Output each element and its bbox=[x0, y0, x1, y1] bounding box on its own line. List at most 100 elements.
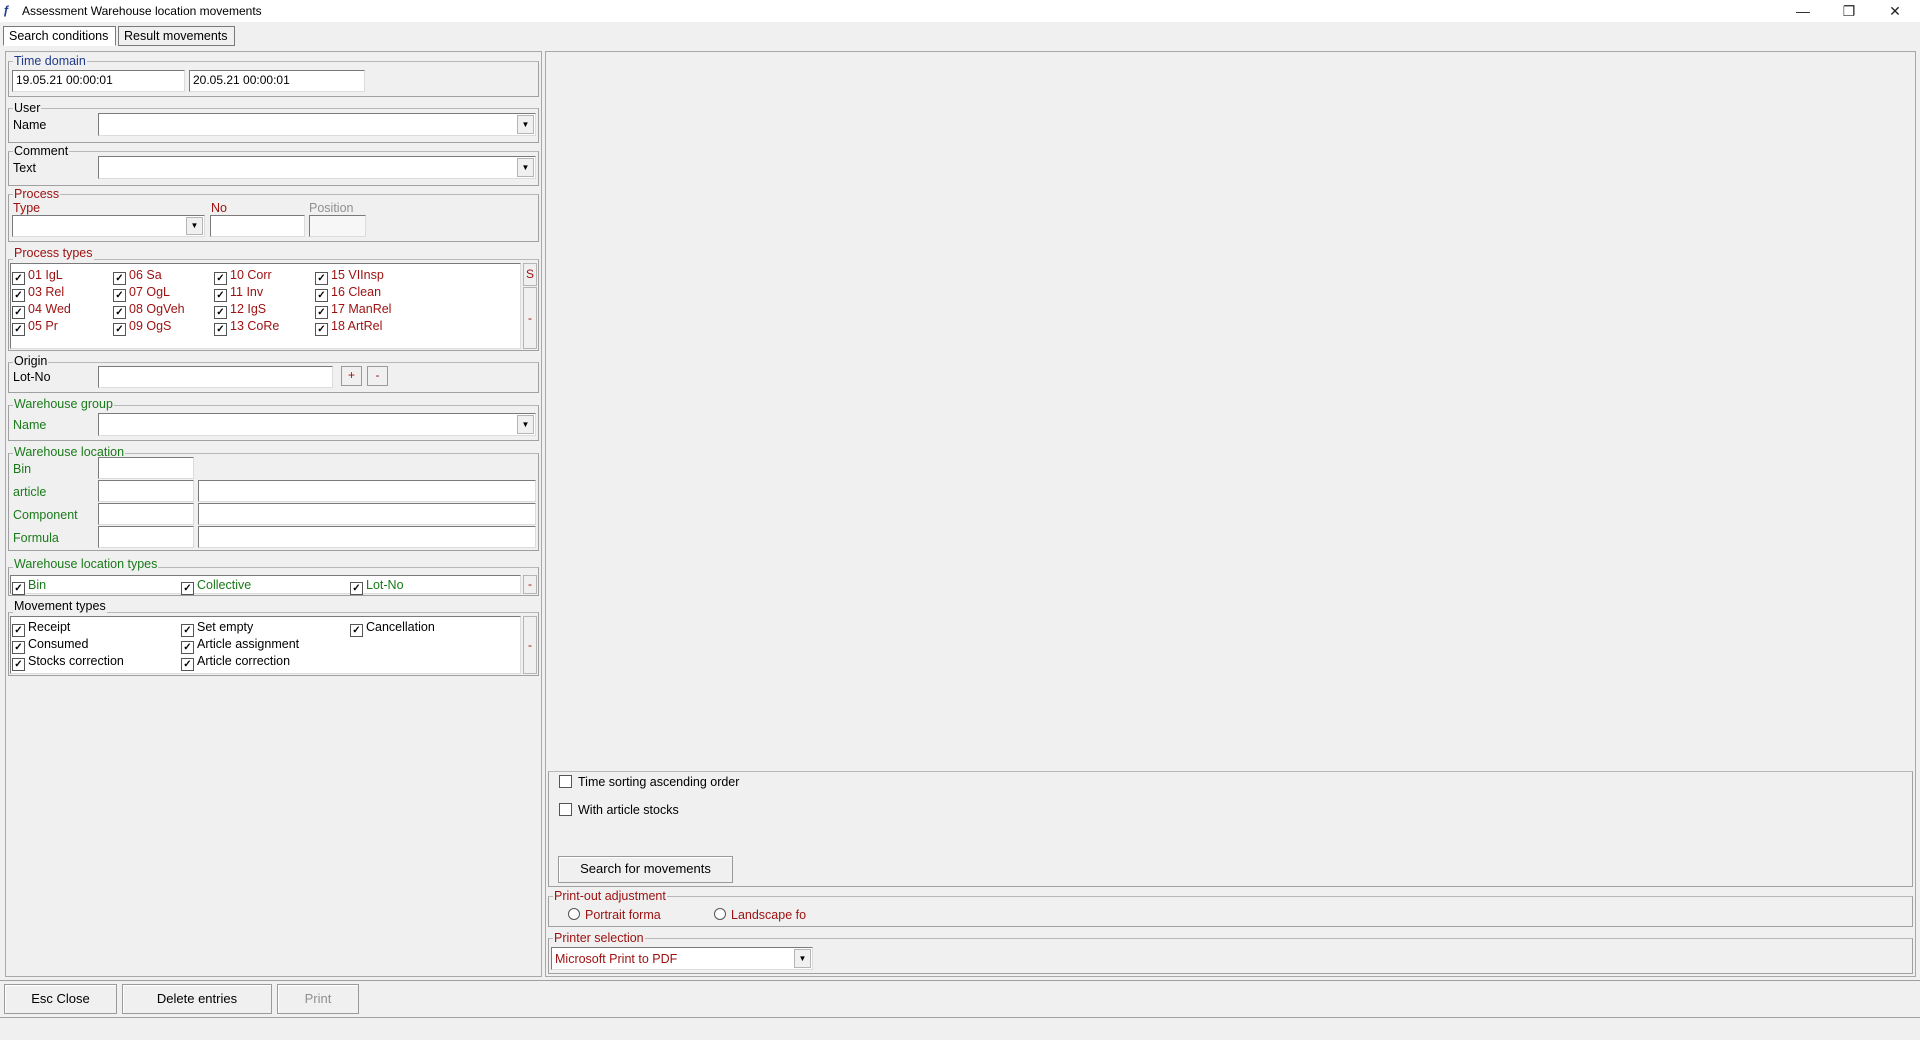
time-sorting-checkbox[interactable]: Time sorting ascending order bbox=[559, 775, 739, 789]
bin-label: Bin bbox=[13, 462, 32, 476]
comment-text-combo[interactable]: ▼ bbox=[98, 156, 536, 179]
restore-button[interactable]: ❐ bbox=[1826, 0, 1872, 22]
process-type-checkbox[interactable]: ✓ 10 Corr bbox=[214, 268, 272, 285]
formula-code-input[interactable] bbox=[98, 526, 194, 548]
movement-type-checkbox[interactable]: ✓ Consumed bbox=[12, 637, 88, 654]
print-button[interactable]: Print bbox=[277, 984, 359, 1014]
movement-types-toggle-button[interactable]: - bbox=[523, 616, 537, 674]
chevron-down-icon[interactable]: ▼ bbox=[517, 115, 534, 134]
process-type-checkbox[interactable]: ✓ 04 Wed bbox=[12, 302, 71, 319]
tab-result-movements[interactable]: Result movements bbox=[118, 26, 235, 46]
origin-add-button[interactable]: + bbox=[341, 366, 362, 386]
printer-title: Printer selection bbox=[553, 931, 645, 945]
article-code-input[interactable] bbox=[98, 480, 194, 502]
bin-input[interactable] bbox=[98, 457, 194, 479]
checkmark-icon: ✓ bbox=[113, 306, 126, 319]
location-type-checkbox[interactable]: ✓ Lot-No bbox=[350, 578, 404, 595]
movement-type-checkbox[interactable]: ✓ Cancellation bbox=[350, 620, 435, 637]
close-window-button[interactable]: ✕ bbox=[1872, 0, 1918, 22]
process-type-checkbox[interactable]: ✓ 09 OgS bbox=[113, 319, 171, 336]
origin-lot-no-input[interactable] bbox=[98, 366, 333, 388]
formula-label: Formula bbox=[13, 531, 59, 545]
tab-search-conditions[interactable]: Search conditions bbox=[3, 26, 116, 46]
app-icon: ƒ bbox=[3, 3, 10, 17]
checkmark-icon: ✓ bbox=[214, 289, 227, 302]
process-type-checkbox[interactable]: ✓ 15 VIInsp bbox=[315, 268, 384, 285]
origin-title: Origin bbox=[13, 354, 49, 368]
component-label: Component bbox=[13, 508, 78, 522]
landscape-radio[interactable]: Landscape fo bbox=[714, 908, 806, 922]
checkmark-icon: ✓ bbox=[12, 323, 25, 336]
process-type-checkbox[interactable]: ✓ 11 Inv bbox=[214, 285, 263, 302]
process-type-checkbox[interactable]: ✓ 03 Rel bbox=[12, 285, 64, 302]
esc-close-button[interactable]: Esc Close bbox=[4, 984, 117, 1014]
process-type-checkbox[interactable]: ✓ 13 CoRe bbox=[214, 319, 279, 336]
article-stocks-checkbox[interactable]: With article stocks bbox=[559, 803, 679, 817]
process-position-label: Position bbox=[309, 201, 354, 215]
process-title: Process bbox=[13, 187, 61, 201]
component-code-input[interactable] bbox=[98, 503, 194, 525]
process-type-checkbox[interactable]: ✓ 07 OgL bbox=[113, 285, 170, 302]
checkmark-icon: ✓ bbox=[181, 582, 194, 595]
process-types-select-all-button[interactable]: S bbox=[523, 263, 537, 286]
process-type-checkbox[interactable]: ✓ 08 OgVeh bbox=[113, 302, 185, 319]
search-movements-button[interactable]: Search for movements bbox=[558, 856, 733, 883]
process-type-label: Type bbox=[13, 201, 41, 215]
formula-name-input[interactable] bbox=[198, 526, 536, 548]
process-type-checkbox[interactable]: ✓ 06 Sa bbox=[113, 268, 162, 285]
checkmark-icon: ✓ bbox=[214, 306, 227, 319]
checkmark-icon: ✓ bbox=[350, 624, 363, 637]
process-type-checkbox[interactable]: ✓ 16 Clean bbox=[315, 285, 381, 302]
user-name-label: Name bbox=[13, 118, 47, 132]
origin-remove-button[interactable]: - bbox=[367, 366, 388, 386]
process-type-checkbox[interactable]: ✓ 18 ArtRel bbox=[315, 319, 382, 336]
movement-type-checkbox[interactable]: ✓ Article assignment bbox=[181, 637, 299, 654]
process-type-combo[interactable]: ▼ bbox=[12, 215, 205, 237]
checkmark-icon: ✓ bbox=[12, 289, 25, 302]
user-name-combo[interactable]: ▼ bbox=[98, 113, 536, 136]
portrait-radio[interactable]: Portrait forma bbox=[568, 908, 661, 922]
title-bar: ƒ Assessment Warehouse location movement… bbox=[0, 0, 1920, 22]
location-type-checkbox[interactable]: ✓ Bin bbox=[12, 578, 46, 595]
time-to-input[interactable]: 20.05.21 00:00:01 bbox=[189, 70, 365, 92]
movement-type-checkbox[interactable]: ✓ Set empty bbox=[181, 620, 253, 637]
checkmark-icon: ✓ bbox=[315, 323, 328, 336]
process-no-label: No bbox=[211, 201, 227, 215]
options-group bbox=[548, 771, 1913, 887]
warehouse-group-name-combo[interactable]: ▼ bbox=[98, 413, 536, 436]
checkmark-icon: ✓ bbox=[350, 582, 363, 595]
origin-lot-no-label: Lot-No bbox=[13, 370, 51, 384]
chevron-down-icon[interactable]: ▼ bbox=[517, 415, 534, 434]
delete-entries-button[interactable]: Delete entries bbox=[122, 984, 272, 1014]
location-types-list bbox=[10, 575, 521, 594]
movement-type-checkbox[interactable]: ✓ Receipt bbox=[12, 620, 70, 637]
checkbox-icon bbox=[559, 775, 572, 788]
process-type-checkbox[interactable]: ✓ 12 IgS bbox=[214, 302, 266, 319]
chevron-down-icon[interactable]: ▼ bbox=[186, 217, 203, 235]
movement-type-checkbox[interactable]: ✓ Stocks correction bbox=[12, 654, 124, 671]
user-title: User bbox=[13, 101, 42, 115]
status-bar bbox=[0, 1017, 1920, 1040]
process-no-input[interactable] bbox=[210, 215, 305, 237]
checkmark-icon: ✓ bbox=[315, 272, 328, 285]
component-name-input[interactable] bbox=[198, 503, 536, 525]
movement-type-checkbox[interactable]: ✓ Article correction bbox=[181, 654, 290, 671]
article-name-input[interactable] bbox=[198, 480, 536, 502]
process-types-deselect-button[interactable]: - bbox=[523, 287, 537, 349]
process-position-input bbox=[309, 215, 366, 237]
comment-text-label: Text bbox=[13, 161, 36, 175]
process-type-checkbox[interactable]: ✓ 05 Pr bbox=[12, 319, 58, 336]
minimize-button[interactable]: — bbox=[1780, 0, 1826, 22]
printer-select[interactable]: Microsoft Print to PDF ▼ bbox=[551, 947, 813, 970]
chevron-down-icon[interactable]: ▼ bbox=[517, 158, 534, 177]
checkmark-icon: ✓ bbox=[214, 272, 227, 285]
location-types-toggle-button[interactable]: - bbox=[523, 575, 537, 594]
article-label: article bbox=[13, 485, 47, 499]
process-type-checkbox[interactable]: ✓ 17 ManRel bbox=[315, 302, 391, 319]
time-from-input[interactable]: 19.05.21 00:00:01 bbox=[12, 70, 185, 92]
warehouse-group-title: Warehouse group bbox=[13, 397, 114, 411]
chevron-down-icon[interactable]: ▼ bbox=[794, 949, 811, 968]
process-type-checkbox[interactable]: ✓ 01 IgL bbox=[12, 268, 63, 285]
checkmark-icon: ✓ bbox=[181, 624, 194, 637]
location-type-checkbox[interactable]: ✓ Collective bbox=[181, 578, 251, 595]
